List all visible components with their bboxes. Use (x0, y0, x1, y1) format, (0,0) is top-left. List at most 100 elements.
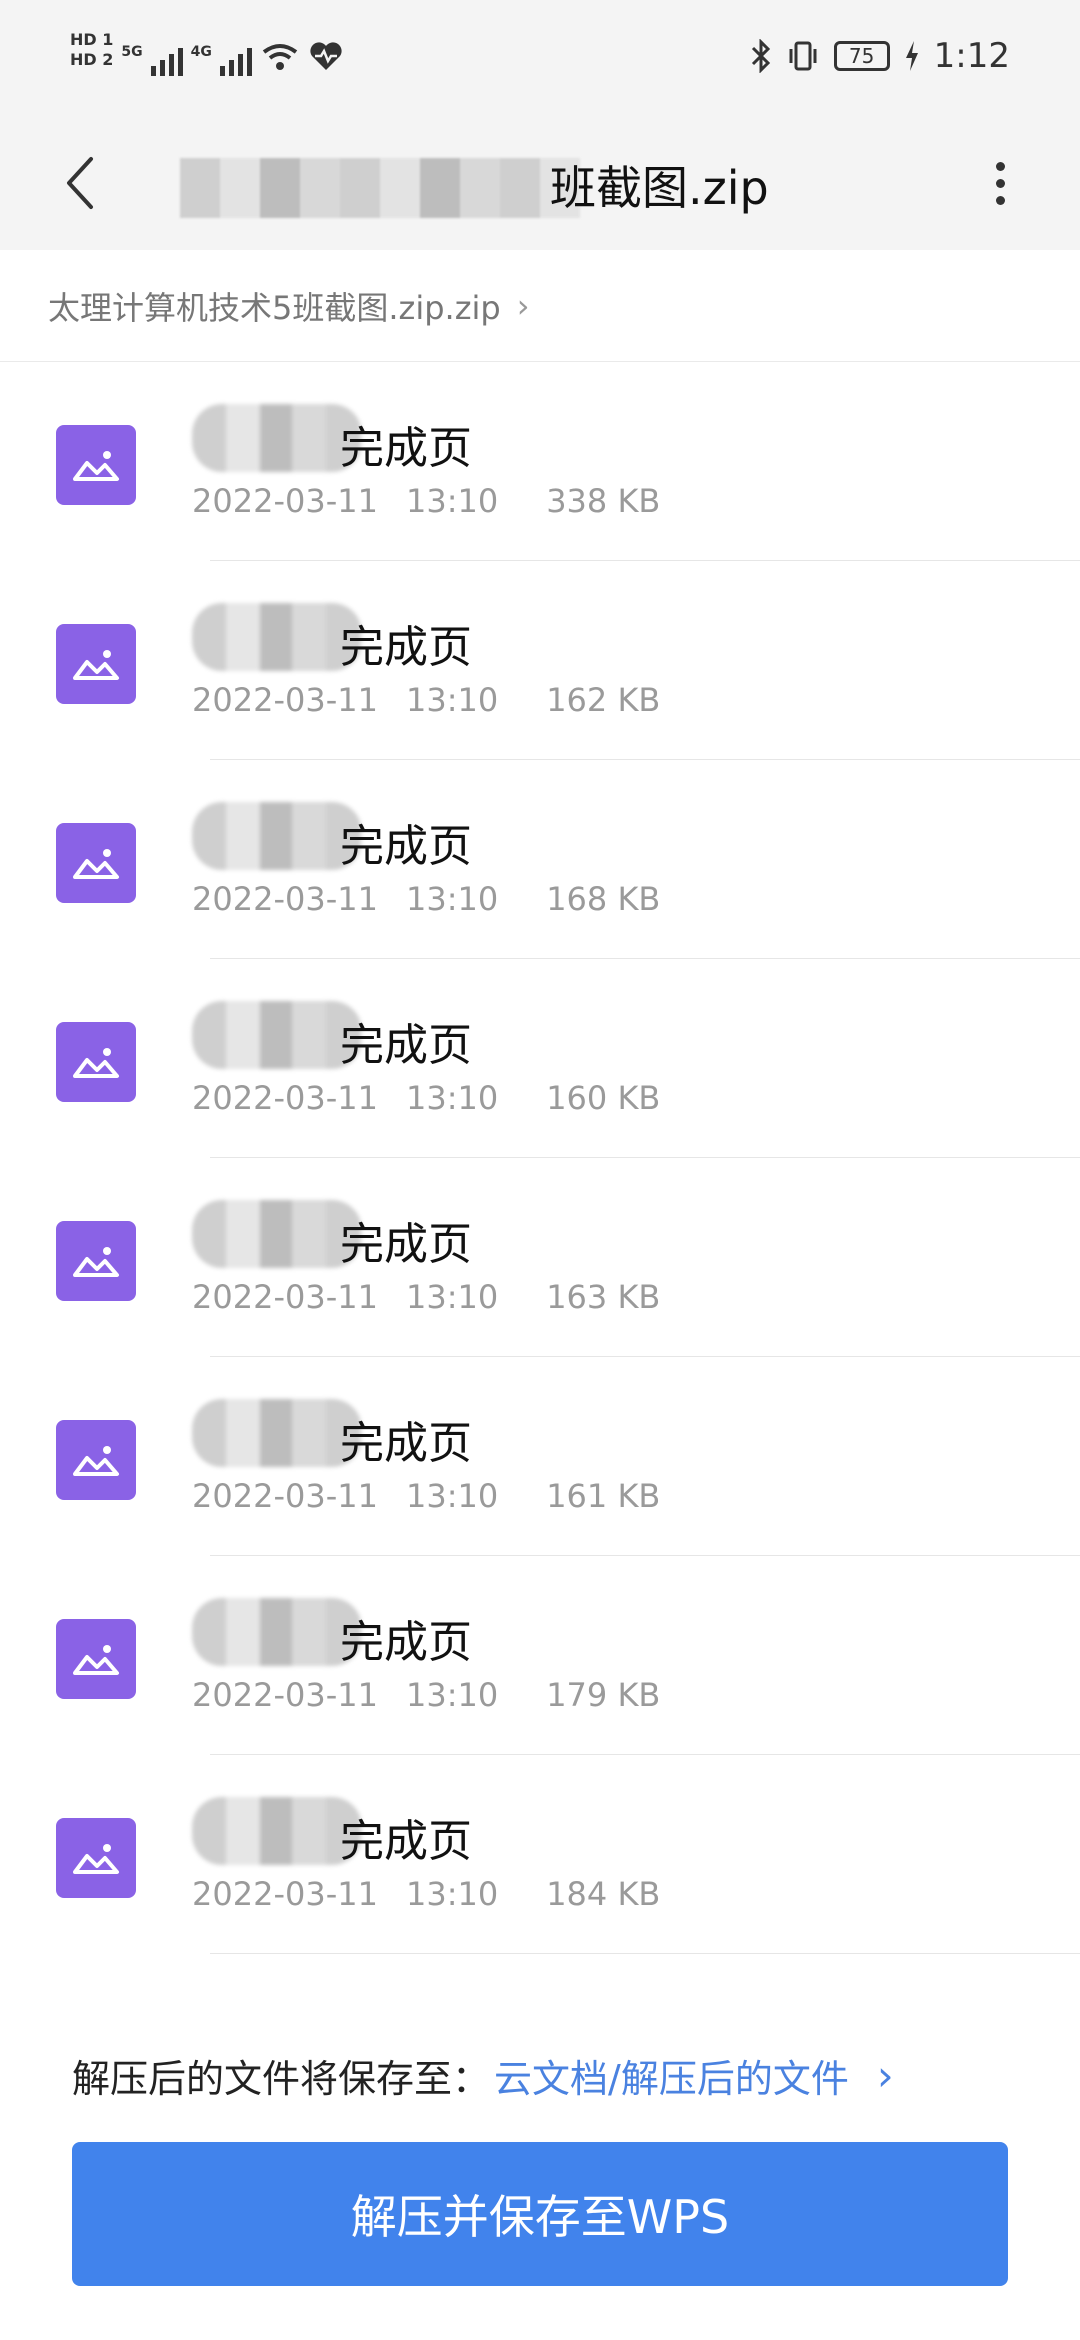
file-time: 13:10 (405, 1875, 499, 1913)
list-item[interactable]: 完成页 2022-03-11 13:10 160 KB (0, 959, 1080, 1158)
file-name: 完成页 (340, 1418, 472, 1469)
chevron-right-icon: › (516, 286, 530, 325)
file-time: 13:10 (405, 1278, 499, 1316)
bluetooth-icon (751, 39, 770, 73)
more-options-button[interactable] (980, 148, 1020, 218)
image-file-icon (56, 1818, 136, 1898)
redacted-title-blur (180, 158, 580, 218)
back-button[interactable] (50, 148, 110, 218)
file-date: 2022-03-11 (192, 1079, 378, 1117)
image-file-icon (56, 1221, 136, 1301)
redacted-name-blur (192, 1598, 362, 1666)
battery-level: 75 (848, 44, 875, 68)
file-time: 13:10 (405, 880, 499, 918)
row-divider (210, 1953, 1080, 1954)
status-left: HD 1 HD 2 5G 4G (70, 30, 344, 76)
breadcrumb[interactable]: 太理计算机技术5班截图.zip.zip › (0, 250, 1080, 362)
file-name: 完成页 (340, 1816, 472, 1867)
file-size: 168 KB (546, 880, 661, 918)
file-name: 完成页 (340, 821, 472, 872)
redacted-name-blur (192, 603, 362, 671)
app-bar: 班截图.zip (0, 120, 1080, 250)
wifi-icon (262, 44, 298, 70)
file-name: 完成页 (340, 622, 472, 673)
back-arrow-icon (67, 157, 93, 209)
signal-bars-icon (219, 42, 252, 76)
file-meta: 2022-03-11 13:10 163 KB (192, 1278, 660, 1316)
list-item[interactable]: 完成页 2022-03-11 13:10 162 KB (0, 561, 1080, 760)
list-item[interactable]: 完成页 2022-03-11 13:10 161 KB (0, 1357, 1080, 1556)
image-file-icon (56, 425, 136, 505)
image-file-icon (56, 823, 136, 903)
file-date: 2022-03-11 (192, 880, 378, 918)
file-date: 2022-03-11 (192, 681, 378, 719)
more-dot-icon (995, 195, 1005, 205)
title-area: 班截图.zip (180, 150, 800, 220)
chevron-right-icon: › (876, 2050, 894, 2100)
file-time: 13:10 (405, 482, 499, 520)
image-file-icon (56, 1420, 136, 1500)
file-name: 完成页 (340, 1219, 472, 1270)
file-date: 2022-03-11 (192, 482, 378, 520)
file-name: 完成页 (340, 1020, 472, 1071)
file-time: 13:10 (405, 1477, 499, 1515)
page-title: 班截图.zip (550, 161, 769, 215)
file-time: 13:10 (405, 681, 499, 719)
list-item[interactable]: 完成页 2022-03-11 13:10 179 KB (0, 1556, 1080, 1755)
file-date: 2022-03-11 (192, 1278, 378, 1316)
file-meta: 2022-03-11 13:10 179 KB (192, 1676, 660, 1714)
redacted-name-blur (192, 1797, 362, 1865)
heart-health-icon (310, 42, 342, 70)
redacted-name-blur (192, 1001, 362, 1069)
extract-save-button-label: 解压并保存至WPS (350, 2190, 730, 2244)
image-file-icon (56, 624, 136, 704)
file-size: 338 KB (546, 482, 661, 520)
save-location-link[interactable]: 云文档/解压后的文件 (494, 2048, 849, 2103)
list-item[interactable]: 完成页 2022-03-11 13:10 184 KB (0, 1755, 1080, 1954)
vibrate-icon (789, 41, 817, 71)
file-size: 162 KB (546, 681, 661, 719)
more-dot-icon (995, 161, 1005, 171)
file-meta: 2022-03-11 13:10 184 KB (192, 1875, 660, 1913)
file-size: 163 KB (546, 1278, 661, 1316)
redacted-name-blur (192, 1399, 362, 1467)
charging-icon (905, 41, 918, 71)
breadcrumb-label: 太理计算机技术5班截图.zip.zip (48, 288, 501, 327)
file-name: 完成页 (340, 423, 472, 474)
redacted-name-blur (192, 802, 362, 870)
list-item[interactable]: 完成页 2022-03-11 13:10 168 KB (0, 760, 1080, 959)
list-item[interactable]: 完成页 2022-03-11 13:10 338 KB (0, 362, 1080, 561)
signal-bars-icon (150, 42, 183, 76)
hd1-label: HD 1 (70, 30, 114, 49)
file-meta: 2022-03-11 13:10 162 KB (192, 681, 660, 719)
list-item[interactable]: 完成页 2022-03-11 13:10 163 KB (0, 1158, 1080, 1357)
image-file-icon (56, 1619, 136, 1699)
network-5g-label: 5G (121, 44, 143, 60)
status-time: 1:12 (933, 36, 1010, 76)
file-meta: 2022-03-11 13:10 161 KB (192, 1477, 660, 1515)
file-date: 2022-03-11 (192, 1875, 378, 1913)
battery-icon: 75 (833, 41, 890, 71)
file-size: 160 KB (546, 1079, 661, 1117)
extract-save-button[interactable]: 解压并保存至WPS (72, 2142, 1008, 2286)
hd2-label: HD 2 (70, 50, 114, 69)
status-right: 75 1:12 (750, 36, 1010, 76)
hd-indicator: HD 1 HD 2 (70, 30, 113, 70)
save-location-row[interactable]: 解压后的文件将保存至： 云文档/解压后的文件 › (72, 2040, 1022, 2110)
image-file-icon (56, 1022, 136, 1102)
save-location-label: 解压后的文件将保存至： (72, 2056, 491, 2101)
file-date: 2022-03-11 (192, 1477, 378, 1515)
file-date: 2022-03-11 (192, 1676, 378, 1714)
redacted-name-blur (192, 404, 362, 472)
status-bar: HD 1 HD 2 5G 4G 75 1:12 (0, 0, 1080, 120)
file-time: 13:10 (405, 1079, 499, 1117)
file-list: 完成页 2022-03-11 13:10 338 KB 完成页 2022-03-… (0, 362, 1080, 1954)
file-name: 完成页 (340, 1617, 472, 1668)
file-size: 161 KB (546, 1477, 661, 1515)
file-meta: 2022-03-11 13:10 160 KB (192, 1079, 660, 1117)
file-meta: 2022-03-11 13:10 168 KB (192, 880, 660, 918)
file-size: 184 KB (546, 1875, 661, 1913)
file-size: 179 KB (546, 1676, 661, 1714)
file-meta: 2022-03-11 13:10 338 KB (192, 482, 660, 520)
network-4g-label: 4G (190, 44, 212, 60)
